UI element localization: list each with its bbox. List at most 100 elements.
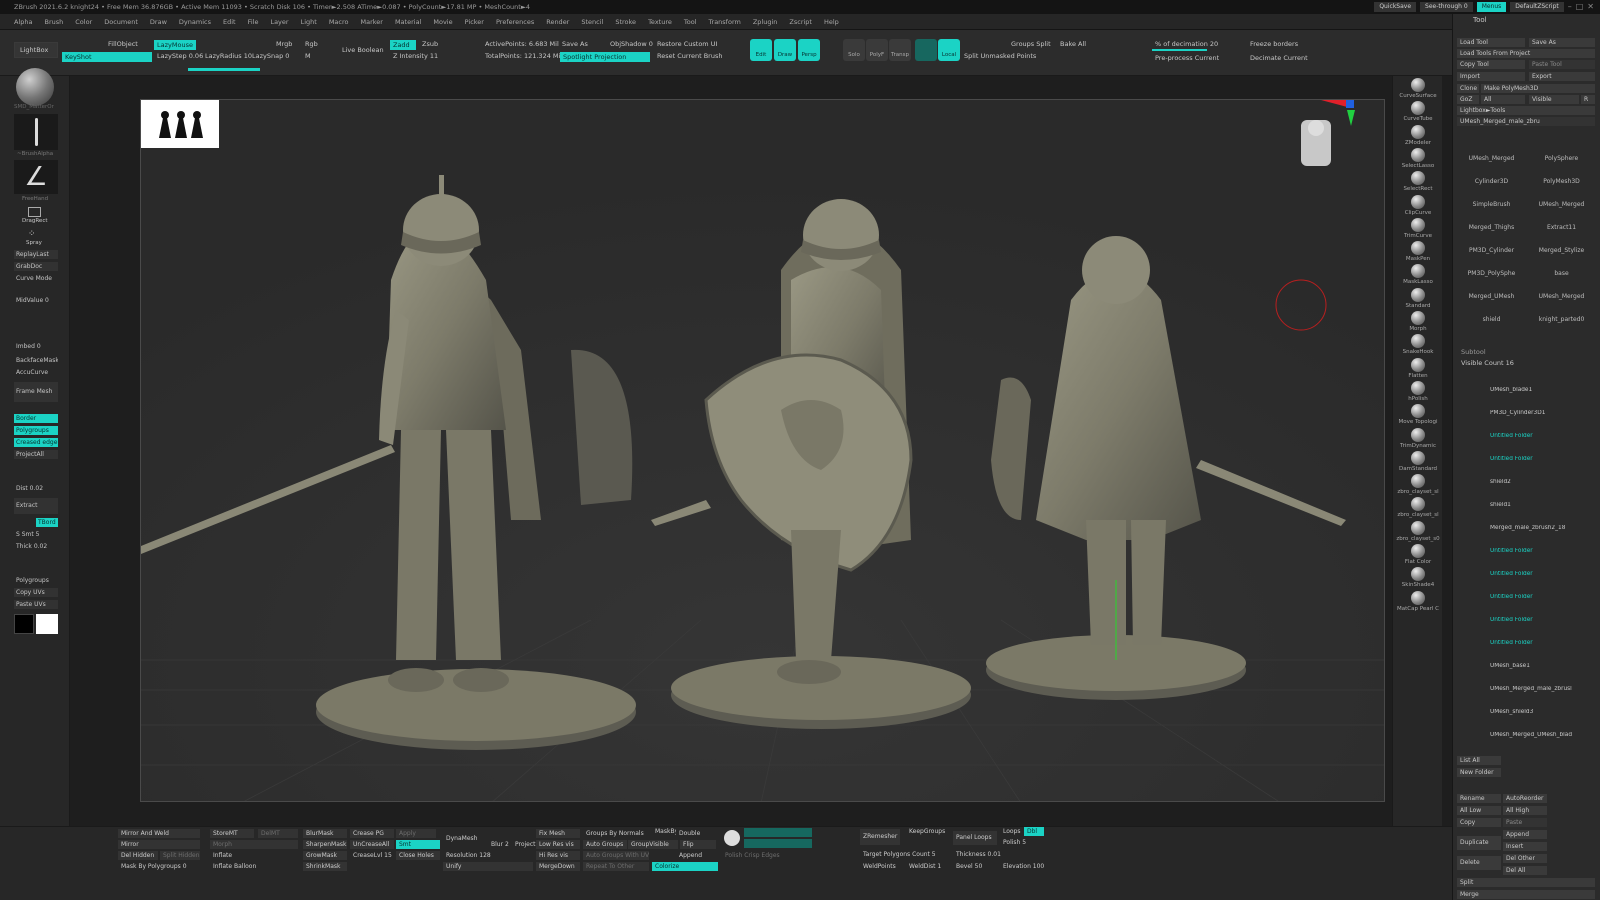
quicksave-button[interactable]: QuickSave [1374, 2, 1417, 12]
polish-slider[interactable]: Polish 5 [1000, 838, 1044, 847]
unify-button[interactable]: Unify [443, 862, 533, 871]
inflate-balloon-slider[interactable]: Inflate Balloon [210, 862, 298, 871]
insert-button[interactable]: Insert [1503, 842, 1547, 851]
material-sphere-icon[interactable] [16, 68, 54, 106]
subtool-item[interactable]: Untitled Folder [1490, 617, 1586, 626]
subtool-item[interactable]: Untitled Folder [1490, 594, 1586, 603]
menu-help[interactable]: Help [824, 14, 839, 29]
goz-r-button[interactable]: R [1581, 95, 1595, 104]
groups-by-normals-button[interactable]: Groups By Normals [583, 829, 649, 838]
smt-toggle[interactable]: Smt [396, 840, 440, 849]
projectall-button[interactable]: ProjectAll [14, 450, 58, 459]
tool-thumbnail-label[interactable]: base [1527, 269, 1593, 278]
menu-zscript[interactable]: Zscript [789, 14, 812, 29]
dynamesh-button[interactable]: DynaMesh [443, 834, 487, 843]
bevel-slider[interactable]: Bevel 50 [953, 862, 997, 871]
persp-button[interactable]: Persp [798, 39, 820, 61]
menu-layer[interactable]: Layer [270, 14, 288, 29]
append-button[interactable]: Append [1503, 830, 1547, 839]
subtool-item[interactable]: UMesh_Merged_UMesh_blad [1490, 732, 1586, 741]
weldpoints-toggle[interactable]: WeldPoints [860, 862, 904, 871]
append-bottom-button[interactable]: Append [676, 851, 720, 860]
project-toggle[interactable]: Project [512, 840, 538, 849]
split-unmasked-button[interactable]: Split Unmasked Points [964, 52, 1036, 61]
fix-mesh-button[interactable]: Fix Mesh [536, 829, 580, 838]
menu-material[interactable]: Material [395, 14, 421, 29]
menus-button[interactable]: Menus [1476, 2, 1507, 12]
close-icon[interactable]: ✕ [1587, 0, 1594, 14]
paste-tool-button[interactable]: Paste Tool [1529, 60, 1595, 69]
crease-pg-button[interactable]: Crease PG [350, 829, 394, 838]
lazystep-slider[interactable]: LazyStep 0.06 [157, 52, 203, 61]
shelf-item-18[interactable]: zbro_clayset_sl [1396, 497, 1440, 518]
menu-picker[interactable]: Picker [465, 14, 484, 29]
reset-brush-button[interactable]: Reset Current Brush [657, 52, 722, 61]
hi-res-vis-button[interactable]: Hi Res vis [536, 851, 580, 860]
shelf-item-13[interactable]: hPolish [1396, 380, 1440, 402]
uncreaseall-button[interactable]: UnCreaseAll [350, 840, 394, 849]
shelf-item-17[interactable]: zbro_clayset_sl [1396, 474, 1440, 495]
subtool-item[interactable]: UMesh_base1 [1490, 663, 1586, 672]
del-hidden-button[interactable]: Del Hidden [118, 851, 158, 860]
tool-thumbnail-label[interactable]: SimpleBrush [1457, 200, 1523, 209]
all-high-button[interactable]: All High [1503, 806, 1547, 815]
copy-subtool-button[interactable]: Copy [1457, 818, 1501, 827]
menu-texture[interactable]: Texture [648, 14, 672, 29]
zremesher-button[interactable]: ZRemesher [860, 829, 900, 845]
panel-loops-button[interactable]: Panel Loops [953, 831, 997, 845]
shelf-item-22[interactable]: MatCap Pearl C [1396, 590, 1440, 612]
clone-button[interactable]: Clone [1457, 84, 1479, 93]
replaylast-button[interactable]: ReplayLast [14, 250, 58, 259]
menu-zplugin[interactable]: Zplugin [753, 14, 778, 29]
shelf-item-11[interactable]: SnakeHook [1396, 334, 1440, 355]
subtool-item[interactable]: Untitled Folder [1490, 456, 1586, 465]
shelf-item-5[interactable]: ClipCurve [1396, 194, 1440, 216]
maximize-icon[interactable]: □ [1576, 0, 1584, 14]
keepgroups-button[interactable]: KeepGroups [906, 827, 950, 836]
delete-button[interactable]: Delete [1457, 856, 1501, 870]
flip-button[interactable]: Flip [680, 840, 716, 849]
polyf-button[interactable]: PolyF [866, 39, 888, 61]
auto-groups-with-uv-button[interactable]: Auto Groups With UV [583, 851, 649, 860]
tool-thumbnail-label[interactable]: Merged_Thighs [1457, 223, 1523, 232]
edit-button[interactable]: Edit [750, 39, 772, 61]
grabdoc-button[interactable]: GrabDoc [14, 262, 58, 271]
subtool-item[interactable]: Untitled Folder [1490, 571, 1586, 580]
shelf-item-15[interactable]: TrimDynamic [1396, 427, 1440, 449]
del-all-button[interactable]: Del All [1503, 866, 1547, 875]
split-hidden-button[interactable]: Split Hidden [160, 851, 200, 860]
subtool-item[interactable]: UMesh_shield3 [1490, 709, 1586, 718]
zsub-toggle[interactable]: Zsub [422, 40, 438, 49]
list-all-button[interactable]: List All [1457, 756, 1501, 765]
tool-thumbnail-label[interactable]: UMesh_Merged [1457, 154, 1523, 163]
shelf-item-16[interactable]: DamStandard [1396, 450, 1440, 472]
menu-brush[interactable]: Brush [44, 14, 63, 29]
main-color-swatch[interactable] [36, 614, 58, 634]
copy-uvs-button[interactable]: Copy UVs [14, 588, 58, 597]
menu-file[interactable]: File [248, 14, 259, 29]
subtool-item[interactable]: Untitled Folder [1490, 433, 1586, 442]
zadd-toggle[interactable]: Zadd [390, 40, 416, 50]
loops-slider[interactable]: Loops [1000, 827, 1022, 836]
split-button[interactable]: Split [1457, 878, 1595, 887]
resolution-slider[interactable]: Resolution 128 [443, 851, 533, 860]
save-as-button[interactable]: Save As [562, 40, 588, 49]
draw-button[interactable]: Draw [774, 39, 796, 61]
menu-tool[interactable]: Tool [684, 14, 697, 29]
goz-button[interactable]: GoZ [1457, 95, 1479, 104]
tool-thumbnail-label[interactable]: knight_parted0 [1527, 315, 1593, 324]
shelf-item-8[interactable]: MaskLasso [1396, 264, 1440, 285]
paste-subtool-button[interactable]: Paste [1503, 818, 1547, 827]
transp-button[interactable]: Transp [889, 39, 911, 61]
load-tools-from-project-button[interactable]: Load Tools From Project [1457, 49, 1595, 58]
inflate-slider[interactable]: Inflate [210, 851, 298, 860]
current-tool-slider[interactable]: UMesh_Merged_male_zbru [1457, 117, 1595, 126]
subtool-item[interactable]: UMesh_Merged_male_zbrusl [1490, 686, 1586, 695]
tool-thumbnail-label[interactable]: Merged_Stylize [1527, 246, 1593, 255]
lazysnap-slider[interactable]: LazySnap 0 [252, 52, 289, 61]
import-button[interactable]: Import [1457, 72, 1525, 81]
s-smt-slider[interactable]: S Smt 5 [14, 530, 58, 539]
freeze-borders-button[interactable]: Freeze borders [1250, 40, 1298, 49]
subtool-item[interactable]: UMesh_blade1 [1490, 387, 1586, 396]
accucurve-button[interactable]: AccuCurve [14, 368, 58, 377]
